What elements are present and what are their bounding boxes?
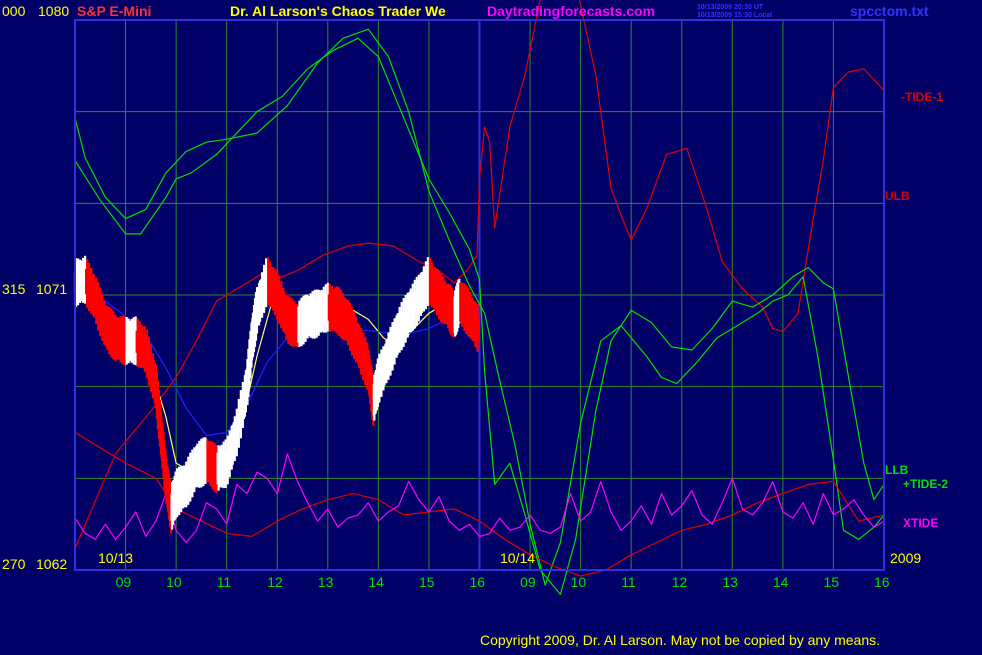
x-tick-label: 14 [773,574,789,590]
date-day1: 10/13 [98,550,133,566]
x-tick-label: 10 [571,574,587,590]
x-tick-label: 16 [874,574,890,590]
site-name: Daytradingforecasts.com [487,3,655,19]
x-tick-labels: 09 10 11 12 13 14 15 16 09 10 11 12 13 14 15 16 [116,574,890,590]
header: 000 1080 S&P E-Mini Dr. Al Larson's Chao… [2,3,929,19]
x-tick-label: 14 [368,574,384,590]
date-labels: 10/13 10/14 2009 [98,550,921,566]
date-day2: 10/14 [500,550,535,566]
label-llb: LLB [885,463,909,477]
symbol-title: S&P E-Mini [77,3,151,19]
x-tick-label: 11 [621,574,636,590]
page-title: Dr. Al Larson's Chaos Trader We [230,3,446,19]
axis-top-price: 1080 [38,3,69,19]
grid [74,20,885,570]
axis-bottom-code: 270 [2,556,26,572]
x-tick-label: 16 [470,574,486,590]
file-name: spcctom.txt [850,3,929,19]
label-tide2: +TIDE-2 [903,477,948,491]
chart-svg: 000 1080 S&P E-Mini Dr. Al Larson's Chao… [2,0,948,648]
price-bars [73,255,480,534]
x-tick-label: 13 [318,574,334,590]
axis-bottom-price: 1062 [36,556,67,572]
x-tick-label: 15 [419,574,435,590]
x-tick-label: 10 [166,574,182,590]
axis-mid-price: 1071 [36,281,67,297]
x-tick-label: 13 [722,574,738,590]
label-tide1: -TIDE-1 [901,90,943,104]
axis-top-code: 000 [2,3,26,19]
date-year: 2009 [890,550,921,566]
axis-mid-code: 315 [2,281,26,297]
label-ulb: ULB [885,189,910,203]
legend-labels: -TIDE-1 ULB LLB +TIDE-2 XTIDE [885,90,948,530]
label-xtide: XTIDE [903,516,938,530]
copyright: Copyright 2009, Dr. Al Larson. May not b… [480,632,880,648]
x-tick-label: 09 [520,574,536,590]
x-tick-label: 12 [267,574,283,590]
left-axis-labels: 315 1071 270 1062 [2,281,67,572]
chart: 000 1080 S&P E-Mini Dr. Al Larson's Chao… [0,0,982,650]
stamp-ut: 10/13/2009 20:30 UT [697,4,764,11]
x-tick-label: 11 [217,574,232,590]
stamp-local: 10/13/2009 15:30 Local [697,12,772,19]
x-tick-label: 15 [823,574,839,590]
x-tick-label: 12 [672,574,688,590]
x-tick-label: 09 [116,574,132,590]
